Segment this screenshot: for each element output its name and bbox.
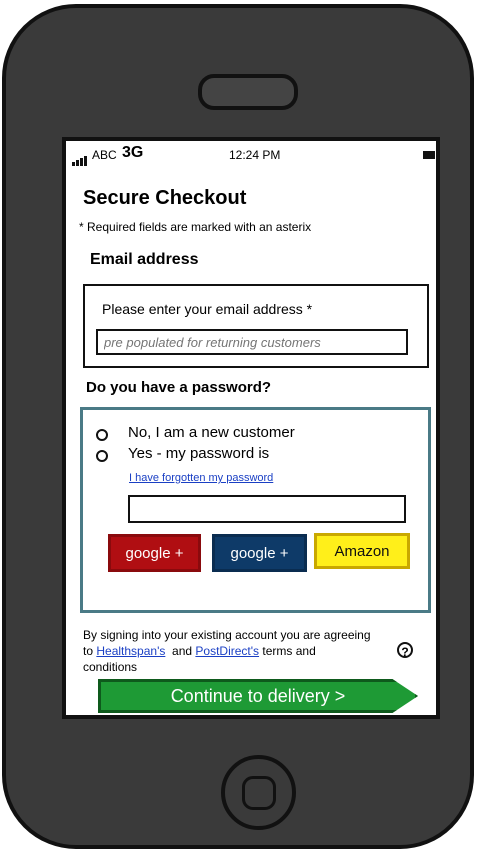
password-input[interactable] xyxy=(128,495,406,523)
amazon-button[interactable]: Amazon xyxy=(314,533,410,569)
google-plus-button-red[interactable]: google + xyxy=(108,534,201,572)
carrier-label: ABC xyxy=(92,148,117,162)
email-input[interactable] xyxy=(96,329,408,355)
postdirect-link[interactable]: PostDirect's xyxy=(195,644,259,658)
email-label: Please enter your email address * xyxy=(102,301,313,317)
network-label: 3G xyxy=(122,144,144,161)
radio-has-password[interactable] xyxy=(96,450,108,462)
help-icon[interactable]: ? xyxy=(397,642,413,659)
google-plus-button-blue[interactable]: google + xyxy=(212,534,307,572)
phone-screen: ABC 3G 12:24 PM Secure Checkout * Requir… xyxy=(62,137,440,719)
healthspan-link[interactable]: Healthspan's xyxy=(96,644,165,658)
radio-new-customer[interactable] xyxy=(96,429,108,441)
status-bar: ABC 3G 12:24 PM xyxy=(66,141,436,169)
email-heading: Email address xyxy=(90,251,199,268)
speaker-icon xyxy=(198,74,298,110)
radio-new-customer-label: No, I am a new customer xyxy=(128,424,295,441)
password-heading: Do you have a password? xyxy=(86,379,272,396)
terms-text: By signing into your existing account yo… xyxy=(83,627,373,675)
email-section xyxy=(83,284,429,368)
signal-icon xyxy=(72,151,88,166)
home-button-square xyxy=(242,776,276,810)
terms-and: and xyxy=(172,644,193,658)
required-note: * Required fields are marked with an ast… xyxy=(79,220,312,234)
forgot-password-link[interactable]: I have forgotten my password xyxy=(129,472,273,484)
clock: 12:24 PM xyxy=(229,148,281,162)
page-title: Secure Checkout xyxy=(83,187,247,209)
continue-to-delivery-button[interactable]: Continue to delivery > xyxy=(98,679,418,713)
home-button-icon[interactable] xyxy=(221,755,296,830)
battery-icon xyxy=(423,151,435,159)
radio-has-password-label: Yes - my password is xyxy=(128,445,270,462)
